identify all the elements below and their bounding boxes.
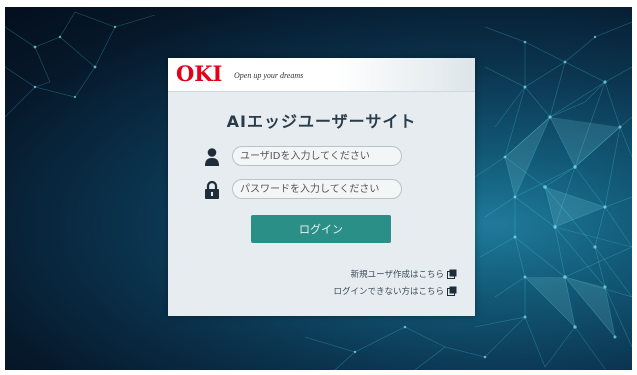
oki-logo: OKI bbox=[176, 61, 223, 86]
lock-icon bbox=[205, 180, 219, 199]
cannot-login-link[interactable]: ログインできない方はこちら bbox=[333, 284, 457, 298]
new-user-link[interactable]: 新規ユーザ作成はこちら bbox=[351, 267, 457, 281]
new-window-icon bbox=[447, 286, 457, 296]
page-title: AIエッジユーザーサイト bbox=[226, 112, 417, 131]
user-id-row bbox=[204, 146, 444, 168]
new-user-link-label: 新規ユーザ作成はこちら bbox=[350, 270, 444, 280]
login-card: OKI Open up your dreams AIエッジユーザーサイト ログイ… bbox=[168, 58, 475, 316]
new-window-icon bbox=[447, 269, 457, 279]
card-header: OKI Open up your dreams bbox=[168, 58, 475, 92]
cannot-login-link-label: ログインできない方はこちら bbox=[333, 287, 444, 297]
user-id-input[interactable] bbox=[232, 146, 402, 166]
user-icon bbox=[205, 148, 219, 166]
password-row bbox=[204, 179, 444, 201]
login-button[interactable]: ログイン bbox=[251, 215, 391, 243]
password-input[interactable] bbox=[232, 179, 402, 199]
brand-tagline: Open up your dreams bbox=[234, 71, 304, 80]
